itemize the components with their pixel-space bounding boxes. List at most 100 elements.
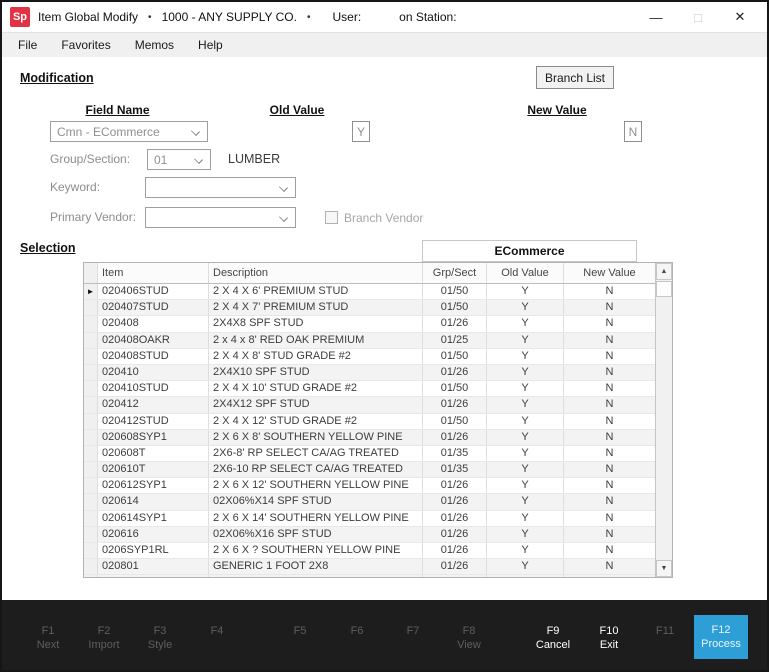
- function-key-name: F12: [694, 623, 748, 637]
- function-key-name: F7: [385, 624, 441, 638]
- function-key-name: F9: [525, 624, 581, 638]
- grp-sect-cell: 01/35: [423, 446, 487, 461]
- row-selector-cell: ►: [84, 446, 98, 461]
- function-key-button[interactable]: F2 Import: [76, 624, 132, 652]
- app-window: Sp Item Global Modify • 1000 - ANY SUPPL…: [0, 0, 769, 672]
- branch-list-button[interactable]: Branch List: [536, 66, 614, 89]
- function-key-button[interactable]: F9 Cancel: [525, 624, 581, 652]
- row-selector-cell: ►: [84, 511, 98, 526]
- function-key-button[interactable]: F5: [272, 624, 328, 638]
- field-name-select-value: Cmn - ECommerce: [57, 125, 160, 139]
- grid-header-selector: [84, 263, 98, 283]
- ecommerce-group-header: ECommerce: [422, 240, 637, 262]
- function-key-button[interactable]: F6: [329, 624, 385, 638]
- old-value-cell: Y: [487, 365, 564, 380]
- field-name-select[interactable]: Cmn - ECommerce: [50, 121, 208, 142]
- table-row[interactable]: ► 020408OAKR 2 x 4 x 8' RED OAK PREMIUM …: [84, 333, 655, 349]
- description-cell: 02X06%X14 SPF STUD: [209, 494, 423, 509]
- old-value-cell: Y: [487, 478, 564, 493]
- grp-sect-cell: 01/50: [423, 381, 487, 396]
- scroll-up-icon[interactable]: ▲: [656, 263, 672, 280]
- scroll-down-icon[interactable]: ▼: [656, 560, 672, 577]
- chevron-down-icon: [279, 183, 288, 192]
- group-section-select-value: 01: [154, 153, 167, 167]
- function-key-button[interactable]: F11: [637, 624, 693, 638]
- grid-header-description: Description: [209, 263, 423, 283]
- function-key-label: Cancel: [525, 638, 581, 652]
- grp-sect-cell: 01/26: [423, 527, 487, 542]
- function-key-button[interactable]: F4: [189, 624, 245, 638]
- new-value-field[interactable]: N: [624, 121, 642, 142]
- new-value-cell: N: [564, 333, 655, 348]
- scrollbar-track[interactable]: [656, 297, 672, 560]
- old-value-cell: Y: [487, 446, 564, 461]
- menu-favorites[interactable]: Favorites: [61, 38, 110, 52]
- old-value-cell: Y: [487, 316, 564, 331]
- menu-memos[interactable]: Memos: [135, 38, 174, 52]
- modification-section-label: Modification: [20, 71, 94, 85]
- function-key-button[interactable]: F1 Next: [20, 624, 76, 652]
- function-key-button[interactable]: F7: [385, 624, 441, 638]
- scrollbar-thumb[interactable]: [656, 281, 672, 297]
- new-value-cell: N: [564, 349, 655, 364]
- row-selector-cell: ►: [84, 349, 98, 364]
- table-row[interactable]: ► 020614SYP1 2 X 6 X 14' SOUTHERN YELLOW…: [84, 511, 655, 527]
- new-value-cell: N: [564, 381, 655, 396]
- description-cell: 2 X 6 X ? SOUTHERN YELLOW PINE: [209, 543, 423, 558]
- function-key-button[interactable]: F3 Style: [132, 624, 188, 652]
- branch-vendor-checkbox[interactable]: [325, 211, 338, 224]
- grp-sect-cell: 01/50: [423, 284, 487, 299]
- function-key-label: Style: [132, 638, 188, 652]
- table-row[interactable]: ► 020616 02X06%X16 SPF STUD 01/26 Y N: [84, 527, 655, 543]
- function-key-name: F2: [76, 624, 132, 638]
- old-value-field[interactable]: Y: [352, 121, 370, 142]
- vertical-scrollbar[interactable]: ▲ ▼: [655, 263, 672, 577]
- chevron-down-icon: [194, 155, 203, 164]
- new-value-cell: N: [564, 494, 655, 509]
- function-key-button[interactable]: F10 Exit: [581, 624, 637, 652]
- old-value-cell: Y: [487, 333, 564, 348]
- title-bar: Sp Item Global Modify • 1000 - ANY SUPPL…: [2, 2, 767, 32]
- menu-bar: File Favorites Memos Help: [2, 32, 767, 57]
- grp-sect-cell: 01/26: [423, 397, 487, 412]
- table-row[interactable]: ► 020608T 2X6-8' RP SELECT CA/AG TREATED…: [84, 446, 655, 462]
- table-row[interactable]: ► 020408STUD 2 X 4 X 8' STUD GRADE #2 01…: [84, 349, 655, 365]
- minimize-icon[interactable]: —: [635, 2, 677, 32]
- function-key-label: Import: [76, 638, 132, 652]
- row-selector-cell: ►: [84, 284, 98, 299]
- table-row[interactable]: ► 020612SYP1 2 X 6 X 12' SOUTHERN YELLOW…: [84, 478, 655, 494]
- description-cell: 2 X 4 X 8' STUD GRADE #2: [209, 349, 423, 364]
- row-selector-cell: ►: [84, 494, 98, 509]
- description-cell: 2 X 4 X 12' STUD GRADE #2: [209, 414, 423, 429]
- empty-grid-row: [84, 575, 655, 577]
- keyword-select[interactable]: [145, 177, 296, 198]
- function-key-label: Process: [694, 637, 748, 651]
- table-row[interactable]: ► 020610T 2X6-10 RP SELECT CA/AG TREATED…: [84, 462, 655, 478]
- group-section-select[interactable]: 01: [147, 149, 211, 170]
- table-row[interactable]: ► 020408 2X4X8 SPF STUD 01/26 Y N: [84, 316, 655, 332]
- table-row[interactable]: ► 020410 2X4X10 SPF STUD 01/26 Y N: [84, 365, 655, 381]
- grp-sect-cell: 01/26: [423, 559, 487, 574]
- function-key-button[interactable]: F8 View: [441, 624, 497, 652]
- table-row[interactable]: ► 020407STUD 2 X 4 X 7' PREMIUM STUD 01/…: [84, 300, 655, 316]
- table-row[interactable]: ► 020406STUD 2 X 4 X 6' PREMIUM STUD 01/…: [84, 284, 655, 300]
- function-key-button[interactable]: F12 Process: [694, 615, 748, 659]
- table-row[interactable]: ► 020614 02X06%X14 SPF STUD 01/26 Y N: [84, 494, 655, 510]
- table-row[interactable]: ► 020410STUD 2 X 4 X 10' STUD GRADE #2 0…: [84, 381, 655, 397]
- menu-file[interactable]: File: [18, 38, 37, 52]
- row-selector-cell: ►: [84, 300, 98, 315]
- current-row-arrow-icon: ►: [87, 287, 95, 296]
- table-row[interactable]: ► 020412 2X4X12 SPF STUD 01/26 Y N: [84, 397, 655, 413]
- window-title: Item Global Modify: [38, 10, 138, 24]
- chevron-down-icon: [279, 213, 288, 222]
- table-row[interactable]: ► 020801 GENERIC 1 FOOT 2X8 01/26 Y N: [84, 559, 655, 575]
- close-icon[interactable]: ✕: [719, 2, 761, 32]
- table-row[interactable]: ► 0206SYP1RL 2 X 6 X ? SOUTHERN YELLOW P…: [84, 543, 655, 559]
- primary-vendor-select[interactable]: [145, 207, 296, 228]
- function-key-bar: F1 Next F2 Import F3 Style F4: [2, 600, 767, 670]
- function-key-name: F10: [581, 624, 637, 638]
- menu-help[interactable]: Help: [198, 38, 223, 52]
- old-value-cell: Y: [487, 559, 564, 574]
- table-row[interactable]: ► 020608SYP1 2 X 6 X 8' SOUTHERN YELLOW …: [84, 430, 655, 446]
- table-row[interactable]: ► 020412STUD 2 X 4 X 12' STUD GRADE #2 0…: [84, 414, 655, 430]
